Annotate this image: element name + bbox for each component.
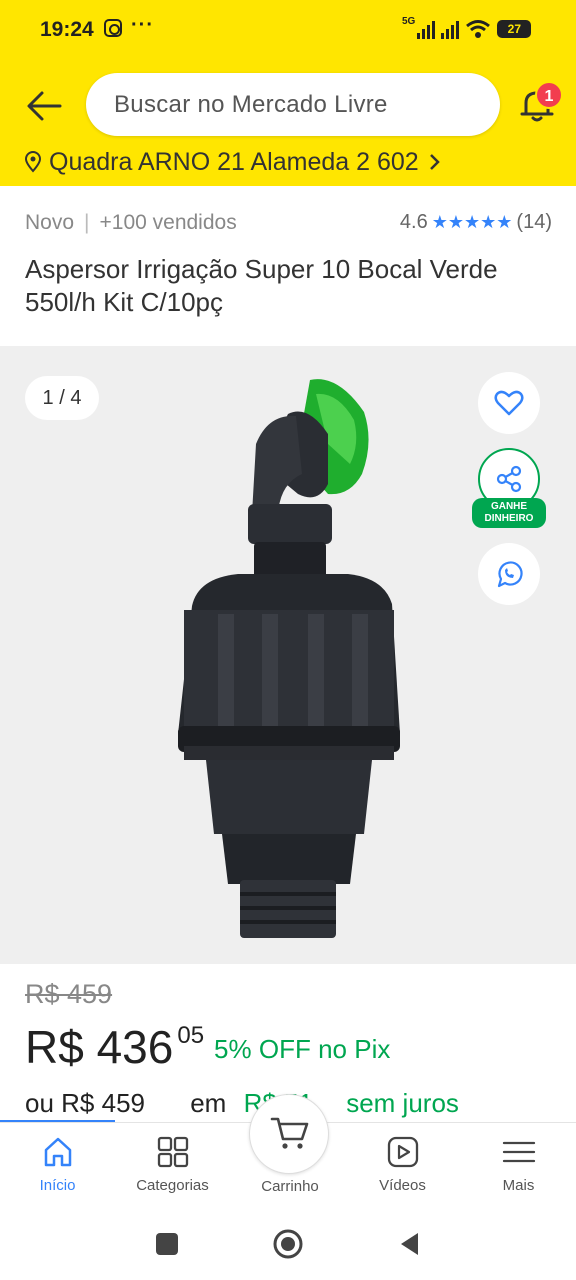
delivery-address[interactable]: Quadra ARNO 21 Alameda 2 602 xyxy=(25,146,441,178)
app-header: 19:24 ··· 5G 27 Buscar no Mercado Livre … xyxy=(0,0,576,186)
earn-badge-line2: DINHEIRO xyxy=(484,513,534,524)
more-notifications-icon: ··· xyxy=(131,14,154,36)
nav-item-categorias[interactable]: Categorias xyxy=(115,1135,230,1194)
wifi-icon xyxy=(466,20,491,38)
installments-row: ou R$ 459 em R$ 51 sem juros xyxy=(25,1088,459,1119)
installments-mid: em xyxy=(190,1088,227,1118)
star-rating-icon: ★★★★★ xyxy=(431,212,513,232)
rating-value: 4.6 xyxy=(399,211,428,233)
system-navigation-bar xyxy=(0,1212,576,1280)
back-button[interactable] xyxy=(398,1231,422,1257)
installments-suffix: sem juros xyxy=(346,1088,459,1118)
grid-icon xyxy=(157,1136,188,1168)
network-type: 5G xyxy=(402,16,416,27)
nav-label-carrinho: Carrinho xyxy=(261,1178,319,1195)
search-placeholder: Buscar no Mercado Livre xyxy=(114,91,388,118)
price-cents: 05 xyxy=(177,1022,205,1049)
product-title: Aspersor Irrigação Super 10 Bocal Verde … xyxy=(25,254,498,317)
discount-method: no Pix xyxy=(318,1034,391,1064)
back-arrow-icon[interactable] xyxy=(24,86,64,126)
condition-label: Novo xyxy=(25,211,75,234)
discount-percent: 5% OFF xyxy=(214,1034,311,1064)
address-text: Quadra ARNO 21 Alameda 2 602 xyxy=(49,147,419,176)
price-row: R$ 436 05 5% OFF no Pix xyxy=(25,1018,390,1076)
location-pin-icon xyxy=(25,151,41,173)
cart-button[interactable] xyxy=(249,1094,329,1174)
instagram-icon xyxy=(104,19,122,37)
original-price: R$ 459 xyxy=(25,979,113,1009)
product-image xyxy=(178,379,400,938)
product-meta: Novo | +100 vendidos xyxy=(25,211,237,235)
signal-icon-2 xyxy=(441,19,460,39)
current-price: R$ 436 xyxy=(25,1021,174,1073)
menu-icon xyxy=(502,1141,535,1163)
battery-icon: 27 xyxy=(497,20,532,38)
review-count: (14) xyxy=(516,211,552,233)
cart-icon xyxy=(270,1117,309,1149)
heart-icon xyxy=(494,390,524,416)
whatsapp-icon xyxy=(497,561,523,588)
favorite-button[interactable] xyxy=(478,372,540,434)
home-icon xyxy=(44,1137,71,1167)
nav-label-mais: Mais xyxy=(502,1177,535,1194)
signal-icon xyxy=(417,19,436,39)
notification-badge: 1 xyxy=(535,81,563,109)
video-play-icon xyxy=(387,1136,418,1168)
nav-label-videos: Vídeos xyxy=(379,1177,426,1194)
rating-summary[interactable]: 4.6 ★★★★★ (14) xyxy=(400,211,552,234)
sold-count: +100 vendidos xyxy=(99,211,237,234)
earn-money-badge: GANHE DINHEIRO xyxy=(472,498,546,528)
earn-badge-line1: GANHE xyxy=(490,501,528,512)
pix-discount: 5% OFF no Pix xyxy=(214,1034,390,1065)
share-icon xyxy=(496,465,522,493)
installments-total: ou R$ 459 xyxy=(25,1088,145,1118)
home-button[interactable] xyxy=(272,1228,304,1260)
recents-button[interactable] xyxy=(156,1233,178,1255)
status-time: 19:24 xyxy=(40,18,94,41)
nav-item-videos[interactable]: Vídeos xyxy=(345,1135,460,1194)
chevron-right-icon xyxy=(429,154,440,170)
status-indicators: 5G 27 xyxy=(402,16,532,42)
nav-label-inicio: Início xyxy=(39,1177,76,1194)
search-input[interactable]: Buscar no Mercado Livre xyxy=(86,73,500,136)
nav-item-inicio[interactable]: Início xyxy=(0,1135,115,1194)
nav-item-mais[interactable]: Mais xyxy=(461,1135,576,1194)
image-counter: 1 / 4 xyxy=(25,376,99,420)
nav-label-categorias: Categorias xyxy=(136,1177,209,1194)
whatsapp-share-button[interactable] xyxy=(478,543,540,605)
meta-separator: | xyxy=(84,211,90,234)
product-gallery[interactable] xyxy=(0,346,576,964)
